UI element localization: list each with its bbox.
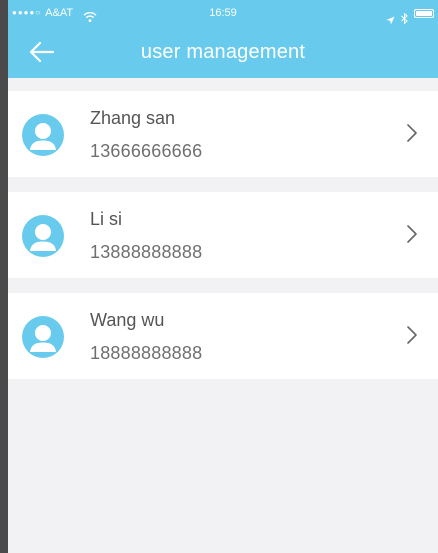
avatar — [22, 316, 64, 358]
app-screen: ●●●●○ A&AT 16:59 user management Zhang s… — [0, 0, 438, 553]
user-name: Zhang san — [90, 108, 176, 128]
status-time: 16:59 — [209, 7, 237, 19]
battery-icon — [414, 8, 434, 18]
bluetooth-icon — [401, 8, 408, 24]
user-list-item[interactable]: Li si 13888888888 — [8, 192, 438, 278]
user-list-item[interactable]: Zhang san 13666666666 — [8, 91, 438, 177]
person-icon — [30, 325, 56, 352]
chevron-right-icon — [407, 326, 417, 344]
navigation-bar: user management — [8, 26, 438, 78]
top-app-bar: ●●●●○ A&AT 16:59 user management — [8, 0, 438, 78]
user-list: Zhang san 13666666666 Li si 13888888888 — [8, 91, 438, 394]
user-phone: 13666666666 — [90, 141, 203, 161]
user-list-item[interactable]: Wang wu 18888888888 — [8, 293, 438, 379]
user-name: Wang wu — [90, 310, 165, 330]
page-title: user management — [140, 41, 306, 63]
avatar — [22, 114, 64, 156]
user-phone: 18888888888 — [90, 343, 203, 363]
chevron-right-icon — [407, 225, 417, 243]
user-phone: 13888888888 — [90, 242, 203, 262]
avatar — [22, 215, 64, 257]
person-icon — [30, 224, 56, 251]
location-arrow-icon — [386, 9, 395, 24]
status-right — [386, 0, 434, 26]
status-bar: ●●●●○ A&AT 16:59 — [8, 0, 438, 26]
user-name: Li si — [90, 209, 123, 229]
chevron-right-icon — [407, 124, 417, 142]
person-icon — [30, 123, 56, 150]
